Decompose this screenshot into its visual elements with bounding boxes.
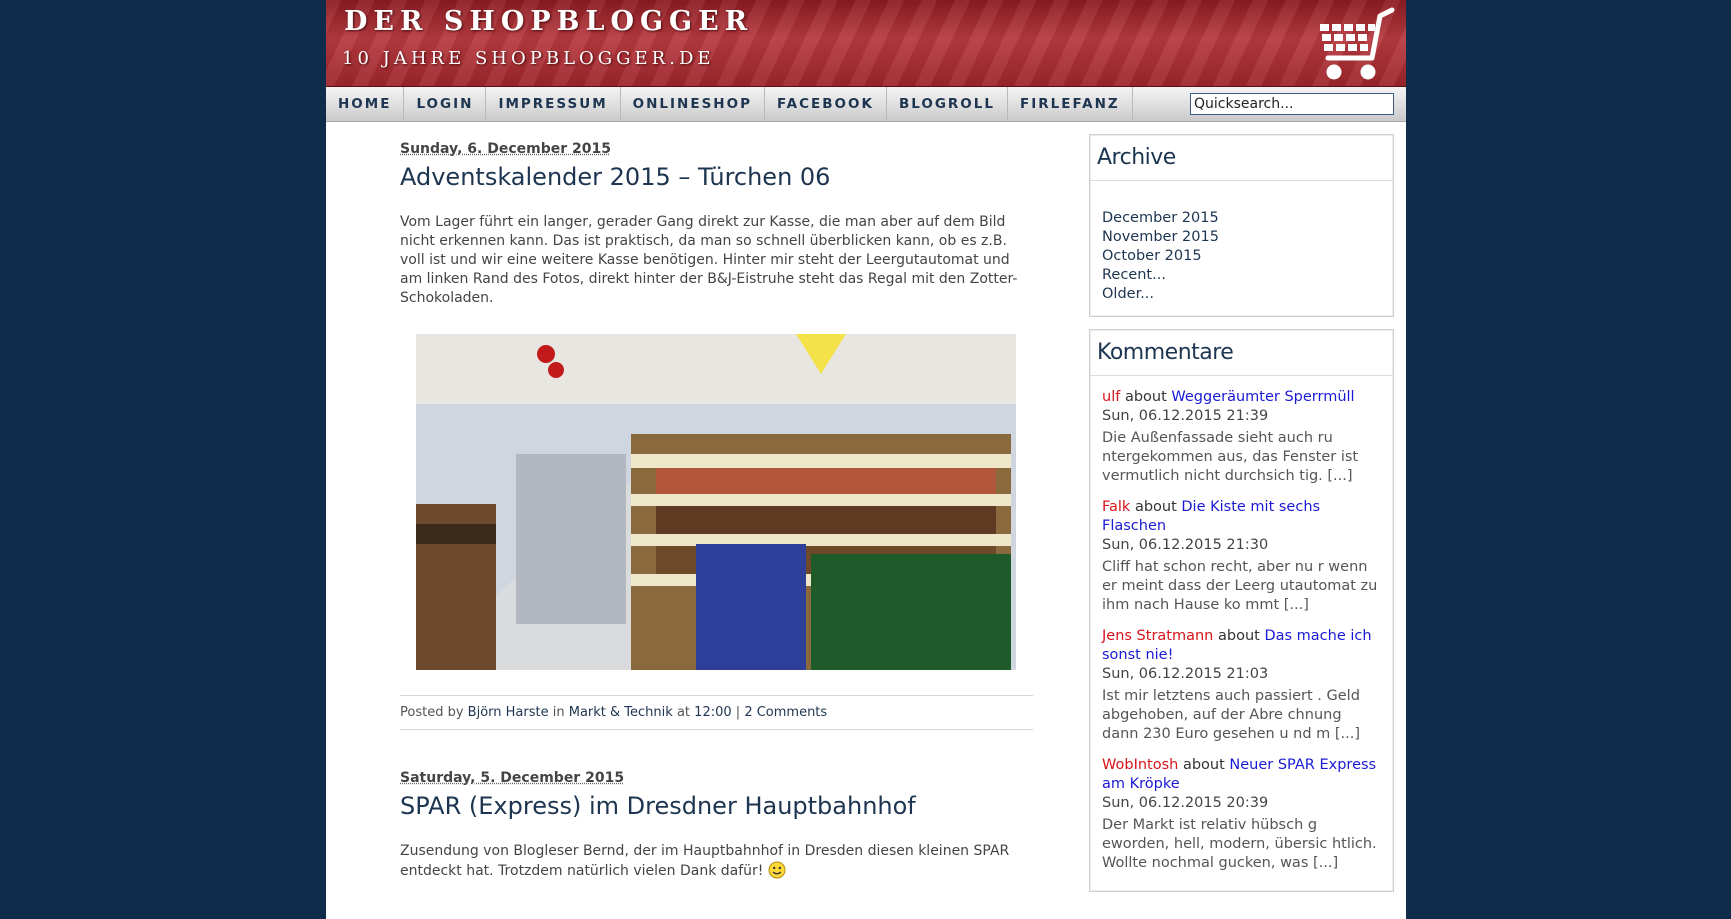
archive-widget: Archive December 2015 November 2015 Octo… bbox=[1089, 134, 1394, 317]
comment-item: WobIntosh about Neuer SPAR Express am Kr… bbox=[1102, 756, 1381, 873]
archive-item[interactable]: December 2015 bbox=[1102, 209, 1381, 228]
main-navigation: HOME LOGIN IMPRESSUM ONLINESHOP FACEBOOK… bbox=[326, 87, 1406, 122]
post-date[interactable]: Saturday, 5. December 2015 bbox=[400, 770, 1033, 786]
sidebar: Archive December 2015 November 2015 Octo… bbox=[1089, 134, 1394, 904]
comment-about: about bbox=[1182, 757, 1225, 773]
comments-list: ulf about Weggeräumter Sperrmüll Sun, 06… bbox=[1090, 376, 1393, 891]
blog-post: Sunday, 6. December 2015 Adventskalender… bbox=[400, 141, 1033, 730]
nav-impressum[interactable]: IMPRESSUM bbox=[486, 87, 621, 121]
supermarket-photo bbox=[416, 334, 1016, 670]
meta-separator: | bbox=[735, 705, 741, 720]
comment-text: Der Markt ist relativ hübsch g eworden, … bbox=[1102, 817, 1377, 871]
at-label: at bbox=[676, 705, 691, 720]
post-body-text: Zusendung von Blogleser Bernd, der im Ha… bbox=[400, 843, 1010, 879]
nav-firlefanz[interactable]: FIRLEFANZ bbox=[1008, 87, 1133, 121]
comment-time: Sun, 06.12.2015 20:39 bbox=[1102, 795, 1269, 811]
archive-item[interactable]: October 2015 bbox=[1102, 247, 1381, 266]
comment-about: about bbox=[1134, 499, 1177, 515]
comment-author[interactable]: Jens Stratmann bbox=[1102, 628, 1213, 644]
smiley-icon bbox=[768, 861, 786, 879]
nav-blogroll[interactable]: BLOGROLL bbox=[887, 87, 1008, 121]
comment-about: about bbox=[1217, 628, 1260, 644]
nav-home[interactable]: HOME bbox=[326, 87, 405, 121]
post-title[interactable]: SPAR (Express) im Dresdner Hauptbahnhof bbox=[400, 792, 1033, 820]
time-link[interactable]: 12:00 bbox=[694, 705, 731, 720]
site-title[interactable]: DER SHOPBLOGGER bbox=[344, 6, 753, 37]
quicksearch-input[interactable] bbox=[1190, 93, 1394, 115]
comment-time: Sun, 06.12.2015 21:03 bbox=[1102, 666, 1269, 682]
post-meta: Posted by Björn Harste in Markt & Techni… bbox=[400, 695, 1033, 730]
comments-widget: Kommentare ulf about Weggeräumter Sperrm… bbox=[1089, 329, 1394, 892]
post-body: Vom Lager führt ein langer, gerader Gang… bbox=[400, 214, 1018, 306]
post-date[interactable]: Sunday, 6. December 2015 bbox=[400, 141, 1033, 157]
comment-time: Sun, 06.12.2015 21:39 bbox=[1102, 408, 1269, 424]
archive-title: Archive bbox=[1090, 135, 1393, 181]
site-header: DER SHOPBLOGGER 10 JAHRE SHOPBLOGGER.DE bbox=[326, 0, 1406, 87]
posted-by-label: Posted by bbox=[400, 705, 464, 720]
comment-time: Sun, 06.12.2015 21:30 bbox=[1102, 537, 1269, 553]
comments-link[interactable]: 2 Comments bbox=[744, 705, 827, 720]
comment-text: Die Außenfassade sieht auch ru ntergekom… bbox=[1102, 430, 1359, 484]
nav-onlineshop[interactable]: ONLINESHOP bbox=[621, 87, 765, 121]
blog-post: Saturday, 5. December 2015 SPAR (Express… bbox=[400, 770, 1033, 881]
comment-author[interactable]: ulf bbox=[1102, 389, 1120, 405]
nav-login[interactable]: LOGIN bbox=[404, 87, 487, 121]
main-content: Sunday, 6. December 2015 Adventskalender… bbox=[400, 120, 1033, 919]
comment-text: Cliff hat schon recht, aber nu r wenn er… bbox=[1102, 559, 1378, 613]
comment-item: Jens Stratmann about Das mache ich sonst… bbox=[1102, 627, 1381, 744]
comment-item: ulf about Weggeräumter Sperrmüll Sun, 06… bbox=[1102, 388, 1381, 486]
comment-item: Falk about Die Kiste mit sechs Flaschen … bbox=[1102, 498, 1381, 615]
archive-item[interactable]: Older... bbox=[1102, 285, 1381, 304]
post-title[interactable]: Adventskalender 2015 – Türchen 06 bbox=[400, 163, 1033, 191]
shopping-cart-icon bbox=[1320, 7, 1395, 80]
author-link[interactable]: Björn Harste bbox=[468, 705, 549, 720]
archive-item[interactable]: November 2015 bbox=[1102, 228, 1381, 247]
post-body: Zusendung von Blogleser Bernd, der im Ha… bbox=[400, 842, 1033, 881]
archive-list: December 2015 November 2015 October 2015… bbox=[1090, 181, 1393, 316]
comment-author[interactable]: WobIntosh bbox=[1102, 757, 1178, 773]
nav-facebook[interactable]: FACEBOOK bbox=[765, 87, 887, 121]
comment-post-link[interactable]: Weggeräumter Sperrmüll bbox=[1171, 389, 1354, 405]
comment-author[interactable]: Falk bbox=[1102, 499, 1130, 515]
comment-text: Ist mir letztens auch passiert . Geld ab… bbox=[1102, 688, 1361, 742]
site-subtitle: 10 JAHRE SHOPBLOGGER.DE bbox=[342, 48, 715, 69]
comment-about: about bbox=[1124, 389, 1167, 405]
category-link[interactable]: Markt & Technik bbox=[569, 705, 673, 720]
page-container: DER SHOPBLOGGER 10 JAHRE SHOPBLOGGER.DE … bbox=[326, 0, 1406, 919]
archive-item[interactable]: Recent... bbox=[1102, 266, 1381, 285]
in-label: in bbox=[552, 705, 565, 720]
comments-title: Kommentare bbox=[1090, 330, 1393, 376]
